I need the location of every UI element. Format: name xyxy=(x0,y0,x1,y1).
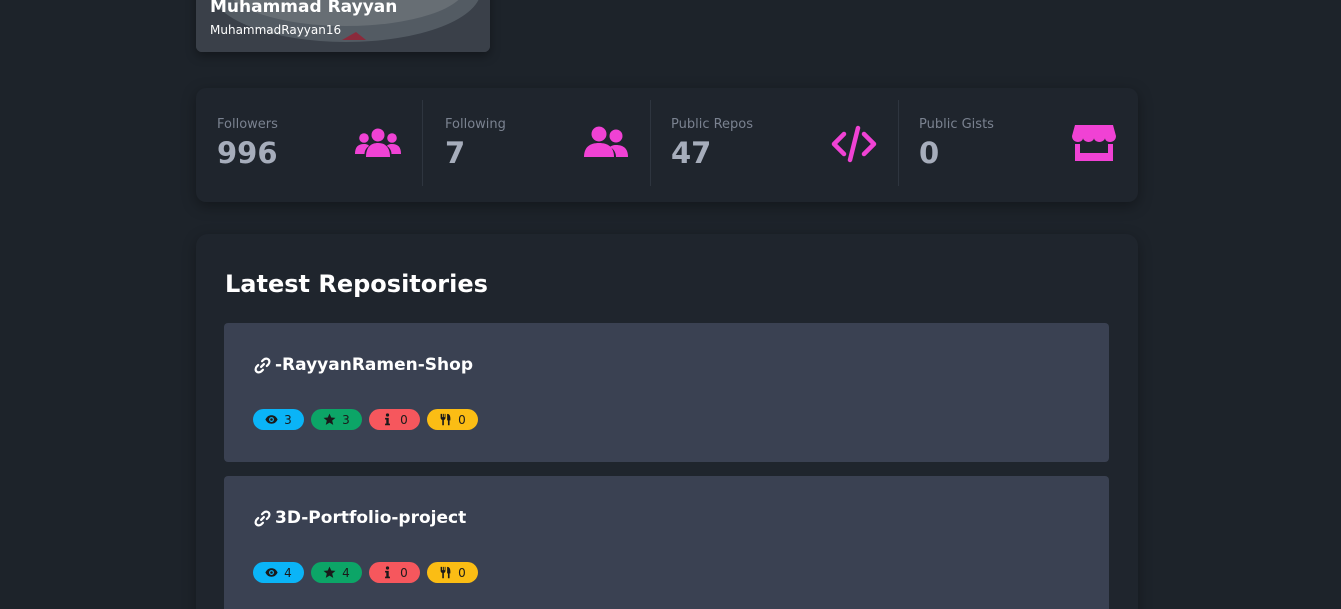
repo-link[interactable]: 3D-Portfolio-project xyxy=(253,508,466,528)
forks-badge: 0 xyxy=(427,562,478,583)
star-icon xyxy=(323,413,336,425)
stats-bar: Followers 996 Following 7 Public Repos 4… xyxy=(196,88,1138,202)
info-icon xyxy=(385,413,391,426)
forks-count: 0 xyxy=(458,565,466,580)
repo-link[interactable]: -RayyanRamen-Shop xyxy=(253,355,473,375)
stars-badge: 4 xyxy=(311,562,362,583)
issues-count: 0 xyxy=(400,565,408,580)
stat-public-repos: Public Repos 47 xyxy=(650,88,898,202)
user-friends-icon xyxy=(583,124,629,164)
eye-icon xyxy=(265,568,278,577)
watchers-count: 4 xyxy=(284,565,292,580)
link-icon xyxy=(254,357,271,373)
issues-count: 0 xyxy=(400,412,408,427)
stat-value: 996 xyxy=(217,136,278,170)
repo-badges: 3 3 0 0 xyxy=(253,409,478,430)
code-icon xyxy=(831,124,877,164)
store-icon xyxy=(1071,123,1117,163)
stars-badge: 3 xyxy=(311,409,362,430)
repo-card: -RayyanRamen-Shop 3 3 0 0 xyxy=(224,323,1109,462)
watchers-badge: 4 xyxy=(253,562,304,583)
info-icon xyxy=(385,566,391,579)
issues-badge: 0 xyxy=(369,409,420,430)
profile-username: MuhammadRayyan16 xyxy=(210,23,342,37)
profile-card: Muhammad Rayyan MuhammadRayyan16 xyxy=(196,0,490,52)
stat-value: 0 xyxy=(919,136,940,170)
forks-badge: 0 xyxy=(427,409,478,430)
stat-following: Following 7 xyxy=(422,88,650,202)
utensils-icon xyxy=(440,413,451,426)
watchers-badge: 3 xyxy=(253,409,304,430)
star-icon xyxy=(323,566,336,578)
stat-title: Public Gists xyxy=(919,117,994,132)
profile-name: Muhammad Rayyan xyxy=(210,0,398,17)
stat-public-gists: Public Gists 0 xyxy=(898,88,1138,202)
stars-count: 4 xyxy=(342,565,350,580)
section-title: Latest Repositories xyxy=(225,270,488,298)
repo-badges: 4 4 0 0 xyxy=(253,562,478,583)
users-icon xyxy=(355,124,401,164)
stars-count: 3 xyxy=(342,412,350,427)
stat-followers: Followers 996 xyxy=(196,88,422,202)
repo-name: 3D-Portfolio-project xyxy=(275,508,467,528)
page: Muhammad Rayyan MuhammadRayyan16 Followe… xyxy=(0,0,1341,609)
forks-count: 0 xyxy=(458,412,466,427)
watchers-count: 3 xyxy=(284,412,292,427)
eye-icon xyxy=(265,415,278,424)
utensils-icon xyxy=(440,566,451,579)
link-icon xyxy=(254,510,271,526)
stat-value: 47 xyxy=(671,136,712,170)
repo-name: -RayyanRamen-Shop xyxy=(275,355,473,375)
stat-title: Public Repos xyxy=(671,117,754,132)
repositories-section: Latest Repositories -RayyanRamen-Shop 3 … xyxy=(196,234,1138,609)
issues-badge: 0 xyxy=(369,562,420,583)
stat-title: Following xyxy=(445,117,506,132)
stat-title: Followers xyxy=(217,117,278,132)
stat-value: 7 xyxy=(445,136,466,170)
repo-card: 3D-Portfolio-project 4 4 0 0 xyxy=(224,476,1109,609)
